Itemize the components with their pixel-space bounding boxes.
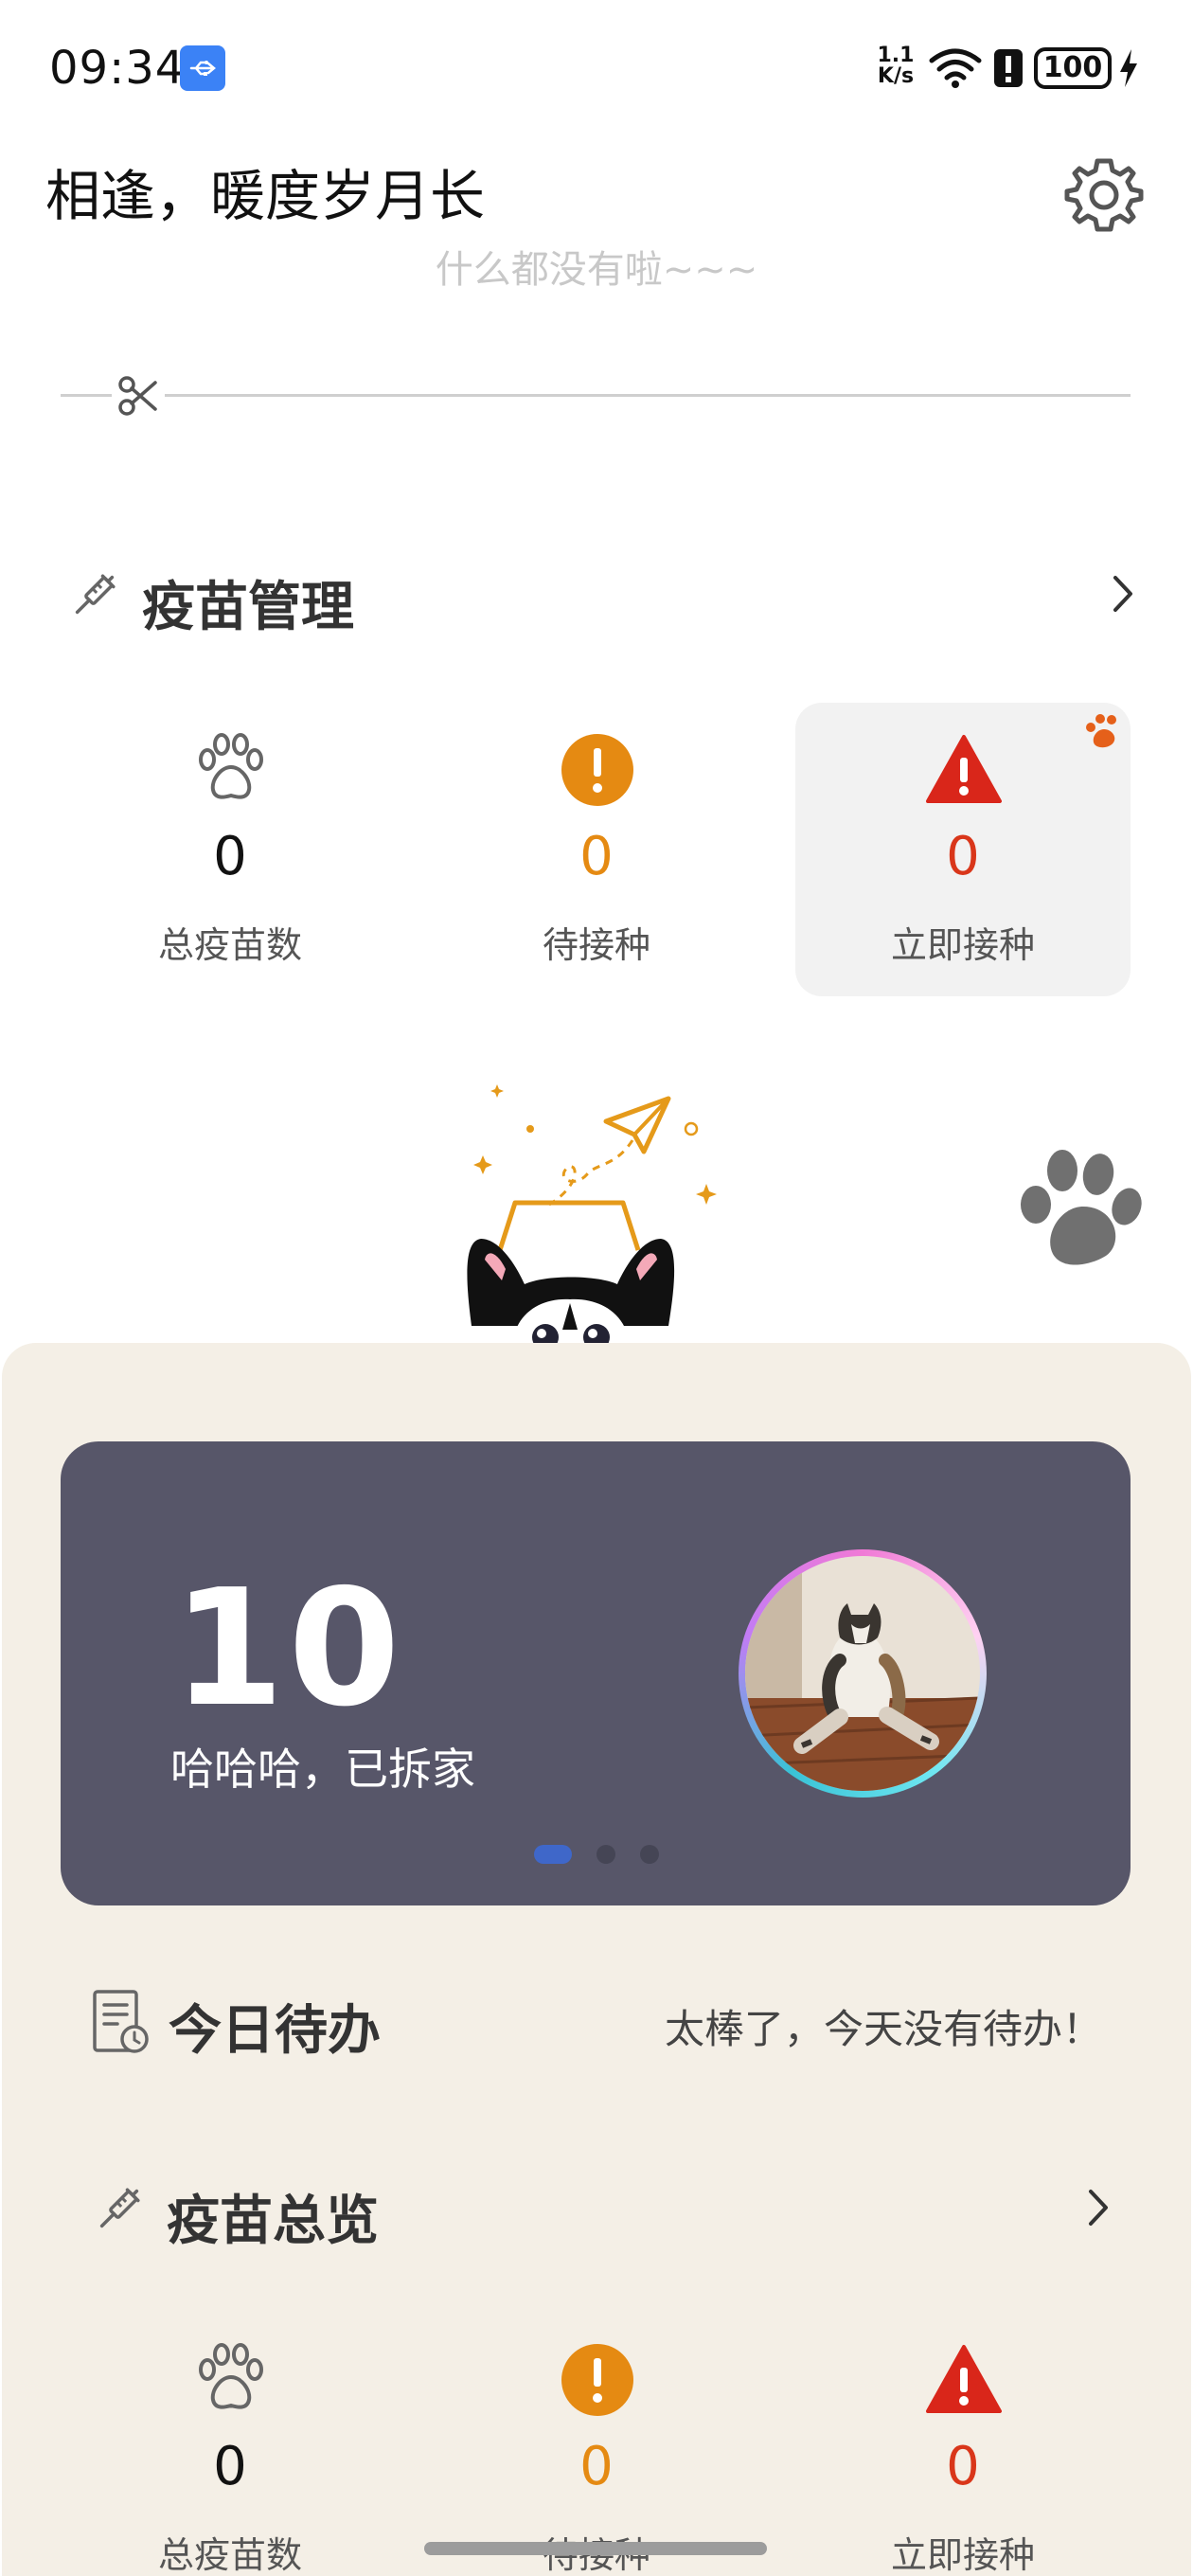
warning-triangle-icon — [925, 2341, 1003, 2419]
banner-caption: 哈哈哈，已拆家 — [170, 1744, 475, 1795]
paw-icon — [192, 731, 270, 809]
todo-status: 太棒了，今天没有待办！ — [664, 2006, 1102, 2052]
carousel-indicator[interactable] — [534, 1845, 686, 1864]
net-speed-unit: K/s — [877, 64, 915, 88]
stat-value: 0 — [213, 826, 247, 887]
vaccine-overview-stats: 0 总疫苗数 0 待接种 0 立即接种 — [0, 2313, 1193, 2576]
network-speed: 1.1 K/s — [873, 45, 918, 87]
charging-icon — [1117, 47, 1140, 93]
vaccine-management-stats: 0 总疫苗数 0 待接种 0 立即接种 — [0, 703, 1193, 996]
vaccine-management-header[interactable]: 疫苗管理 — [0, 551, 1193, 638]
status-time: 09:34 — [49, 42, 186, 95]
battery-icon: 100 — [1034, 47, 1112, 89]
alert-icon — [992, 47, 1024, 93]
stat-label: 总疫苗数 — [157, 924, 302, 966]
todo-list-icon — [91, 1988, 151, 2060]
stat-label: 待接种 — [542, 924, 650, 966]
empty-state-label: 什么都没有啦~~~ — [435, 248, 758, 290]
pet-avatar[interactable] — [739, 1549, 987, 1798]
warning-triangle-icon — [925, 731, 1003, 809]
stat-pending[interactable]: 0 待接种 — [429, 2313, 764, 2576]
stat-value: 0 — [579, 826, 614, 887]
app-screen: 09:34 1.1 K/s 100 相逢，暖度岁月长 什么都没有啦~~~ 疫苗管… — [0, 0, 1193, 2576]
exclamation-circle-icon — [559, 2341, 636, 2419]
paw-icon[interactable] — [1015, 1148, 1146, 1275]
status-bar: 09:34 1.1 K/s 100 — [0, 0, 1193, 142]
cat-photo — [745, 1556, 980, 1791]
usb-icon — [180, 45, 225, 91]
page-title: 相逢，暖度岁月长 — [45, 164, 486, 228]
stat-label: 立即接种 — [890, 2534, 1035, 2576]
carousel-dot-1[interactable] — [534, 1845, 572, 1864]
paw-icon — [192, 2341, 270, 2419]
stat-urgent[interactable]: 0 立即接种 — [795, 703, 1131, 996]
paw-icon — [1081, 710, 1123, 756]
pet-banner-carousel[interactable]: 10 哈哈哈，已拆家 — [61, 1441, 1131, 1905]
wifi-icon — [928, 47, 983, 93]
carousel-dot-3[interactable] — [640, 1845, 659, 1864]
vaccine-overview-header[interactable]: 疫苗总览 — [0, 2165, 1193, 2252]
stat-label: 总疫苗数 — [157, 2534, 302, 2576]
gear-icon — [1064, 158, 1144, 232]
chevron-right-icon — [1079, 2184, 1117, 2235]
cut-divider — [61, 394, 1131, 397]
stat-urgent[interactable]: 0 立即接种 — [795, 2313, 1131, 2576]
banner-number: 10 — [172, 1555, 404, 1743]
syringe-icon — [66, 566, 123, 627]
exclamation-circle-icon — [559, 731, 636, 809]
husky-illustration — [454, 1080, 739, 1354]
home-indicator[interactable] — [424, 2542, 767, 2555]
stat-total-vaccines[interactable]: 0 总疫苗数 — [62, 703, 398, 996]
section-title: 疫苗总览 — [167, 2191, 379, 2252]
empty-state-text: 什么都没有啦~~~ — [0, 248, 1193, 290]
chevron-right-icon — [1104, 570, 1142, 621]
stat-total-vaccines[interactable]: 0 总疫苗数 — [62, 2313, 398, 2576]
carousel-dot-2[interactable] — [596, 1845, 615, 1864]
scissors-icon — [112, 373, 165, 422]
stat-label: 立即接种 — [890, 924, 1035, 966]
todo-title: 今日待办 — [169, 2000, 381, 2062]
section-title: 疫苗管理 — [142, 577, 354, 638]
syringe-icon — [91, 2180, 148, 2241]
net-speed-value: 1.1 — [877, 44, 915, 67]
stat-value: 0 — [946, 826, 980, 887]
stat-value: 0 — [579, 2436, 614, 2497]
today-todo-row[interactable]: 今日待办 太棒了，今天没有待办！ — [0, 1975, 1193, 2069]
stat-value: 0 — [946, 2436, 980, 2497]
stat-pending[interactable]: 0 待接种 — [429, 703, 764, 996]
settings-button[interactable] — [1060, 152, 1148, 239]
stat-value: 0 — [213, 2436, 247, 2497]
